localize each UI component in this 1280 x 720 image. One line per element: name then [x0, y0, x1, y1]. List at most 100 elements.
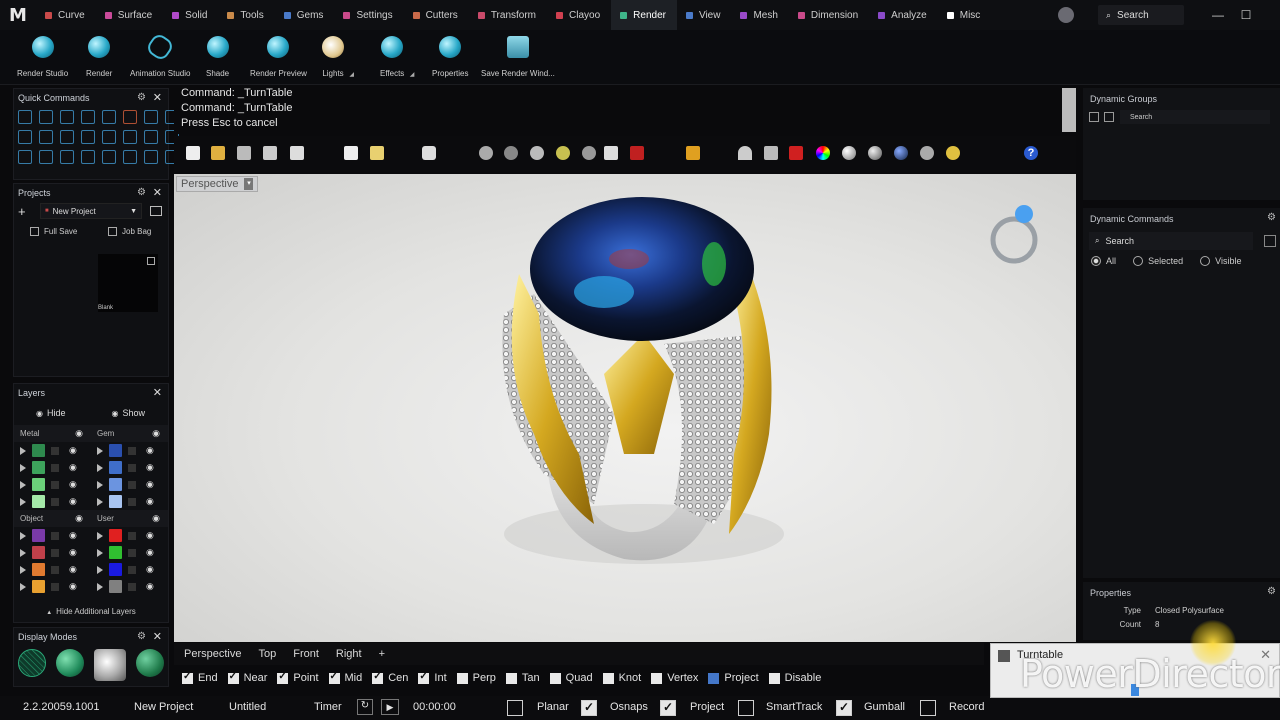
- print-icon[interactable]: [263, 146, 277, 160]
- eye-icon[interactable]: ◉: [146, 547, 154, 558]
- osnap-quad[interactable]: Quad: [549, 672, 593, 684]
- menu-tab-curve[interactable]: Curve: [36, 0, 96, 30]
- save-icon[interactable]: [237, 146, 251, 160]
- wireframe-mode-icon[interactable]: [18, 649, 46, 677]
- zoom-selected-icon[interactable]: [582, 146, 596, 160]
- command-icon[interactable]: [102, 110, 116, 124]
- color-wheel-icon[interactable]: [816, 146, 830, 160]
- layer-color-swatch[interactable]: [109, 495, 122, 508]
- hide-additional-layers-button[interactable]: ▲ Hide Additional Layers: [14, 607, 168, 616]
- save-render-window-button[interactable]: Save Render Wind...: [481, 36, 555, 78]
- help-icon[interactable]: ?: [1024, 146, 1038, 160]
- animation-studio-button[interactable]: Animation Studio: [130, 31, 190, 78]
- menu-tab-clayoo[interactable]: Clayoo: [547, 0, 611, 30]
- add-icon[interactable]: +: [18, 204, 34, 219]
- app-logo[interactable]: M: [0, 0, 36, 30]
- layer-color-swatch[interactable]: [32, 495, 45, 508]
- command-icon[interactable]: [81, 130, 95, 144]
- ghosted-mode-icon[interactable]: [136, 649, 164, 677]
- shaded-mode-icon[interactable]: [56, 649, 84, 677]
- expand-icon[interactable]: [20, 531, 26, 540]
- menu-tab-render[interactable]: Render: [611, 0, 677, 30]
- globe-icon[interactable]: [996, 146, 1010, 160]
- command-icon[interactable]: [123, 150, 137, 164]
- groups-search-input[interactable]: Search: [1120, 110, 1270, 124]
- layer-row[interactable]: ◉: [91, 544, 168, 561]
- tree-icon[interactable]: [1104, 112, 1114, 122]
- timer-reset-icon[interactable]: ↻: [357, 699, 373, 715]
- layer-row[interactable]: ◉: [14, 544, 91, 561]
- layer-row[interactable]: ◉: [91, 578, 168, 595]
- layer-color-swatch[interactable]: [109, 563, 122, 576]
- checkbox-icon[interactable]: [651, 672, 663, 684]
- record-checkbox[interactable]: [920, 700, 936, 716]
- layer-row[interactable]: ◉: [91, 459, 168, 476]
- eye-icon[interactable]: ◉: [69, 530, 77, 541]
- export-icon[interactable]: [147, 257, 155, 265]
- car-icon[interactable]: [630, 146, 644, 160]
- command-icon[interactable]: [39, 150, 53, 164]
- zoom-window-icon[interactable]: [530, 146, 544, 160]
- lock-icon[interactable]: [128, 565, 136, 574]
- close-icon[interactable]: ✕: [153, 630, 162, 643]
- layer-group-header[interactable]: User ◉: [91, 510, 168, 527]
- expand-icon[interactable]: [20, 446, 26, 455]
- shade-button[interactable]: Shade: [206, 36, 229, 78]
- osnap-tan[interactable]: Tan: [505, 672, 540, 684]
- avatar[interactable]: [1058, 7, 1074, 23]
- expand-icon[interactable]: [97, 531, 103, 540]
- layer-group-header[interactable]: Metal ◉: [14, 425, 91, 442]
- layer-color-swatch[interactable]: [32, 478, 45, 491]
- command-icon[interactable]: [39, 110, 53, 124]
- view-tab-top[interactable]: Top: [258, 648, 276, 660]
- points-icon[interactable]: [686, 146, 700, 160]
- osnap-cen[interactable]: Cen: [372, 671, 408, 684]
- sun-icon[interactable]: [946, 146, 960, 160]
- hide-layers-button[interactable]: ◉ Hide: [36, 408, 66, 418]
- layer-row[interactable]: ◉: [91, 476, 168, 493]
- folder-icon[interactable]: [150, 206, 162, 216]
- gear-icon[interactable]: ⚙: [1267, 212, 1276, 223]
- layer-row[interactable]: ◉: [14, 442, 91, 459]
- layer-color-swatch[interactable]: [109, 529, 122, 542]
- command-icon[interactable]: [60, 150, 74, 164]
- lights-dropdown-icon[interactable]: ◢: [349, 71, 354, 78]
- layer-color-swatch[interactable]: [109, 546, 122, 559]
- eye-icon[interactable]: ◉: [69, 564, 77, 575]
- layer-color-swatch[interactable]: [32, 529, 45, 542]
- checkbox-icon[interactable]: [418, 671, 430, 684]
- layer-color-swatch[interactable]: [32, 546, 45, 559]
- layer-row[interactable]: ◉: [91, 527, 168, 544]
- sphere-icon[interactable]: [842, 146, 856, 160]
- command-icon[interactable]: [18, 150, 32, 164]
- open-folder-icon[interactable]: [211, 146, 225, 160]
- menu-tab-view[interactable]: View: [677, 0, 732, 30]
- add-view-tab[interactable]: +: [379, 648, 385, 660]
- layer-color-swatch[interactable]: [109, 580, 122, 593]
- osnap-vertex[interactable]: Vertex: [651, 672, 698, 684]
- properties-button[interactable]: Properties: [432, 36, 468, 78]
- layer-color-swatch[interactable]: [32, 444, 45, 457]
- checkbox-icon[interactable]: [602, 672, 614, 684]
- command-icon[interactable]: [123, 130, 137, 144]
- lock-icon[interactable]: [128, 480, 136, 489]
- eye-icon[interactable]: ◉: [146, 496, 154, 507]
- gear-icon[interactable]: ⚙: [137, 92, 146, 103]
- osnap-project[interactable]: Project: [708, 672, 759, 684]
- status-project[interactable]: New Project: [134, 701, 193, 713]
- layer-row[interactable]: ◉: [91, 493, 168, 510]
- new-file-icon[interactable]: [186, 146, 200, 160]
- expand-icon[interactable]: [20, 565, 26, 574]
- filter-selected-radio[interactable]: Selected: [1133, 256, 1183, 266]
- top-search-input[interactable]: ⌕ Search: [1098, 5, 1184, 25]
- checkbox-icon[interactable]: [227, 671, 239, 684]
- layer-row[interactable]: ◉: [14, 578, 91, 595]
- layer-row[interactable]: ◉: [91, 561, 168, 578]
- maximize-button[interactable]: ☐: [1232, 8, 1260, 22]
- view-tab-right[interactable]: Right: [336, 648, 362, 660]
- command-icon[interactable]: [18, 130, 32, 144]
- command-icon[interactable]: [81, 150, 95, 164]
- osnap-disable[interactable]: Disable: [768, 672, 821, 684]
- four-view-icon[interactable]: [604, 146, 618, 160]
- eye-icon[interactable]: ◉: [152, 428, 160, 439]
